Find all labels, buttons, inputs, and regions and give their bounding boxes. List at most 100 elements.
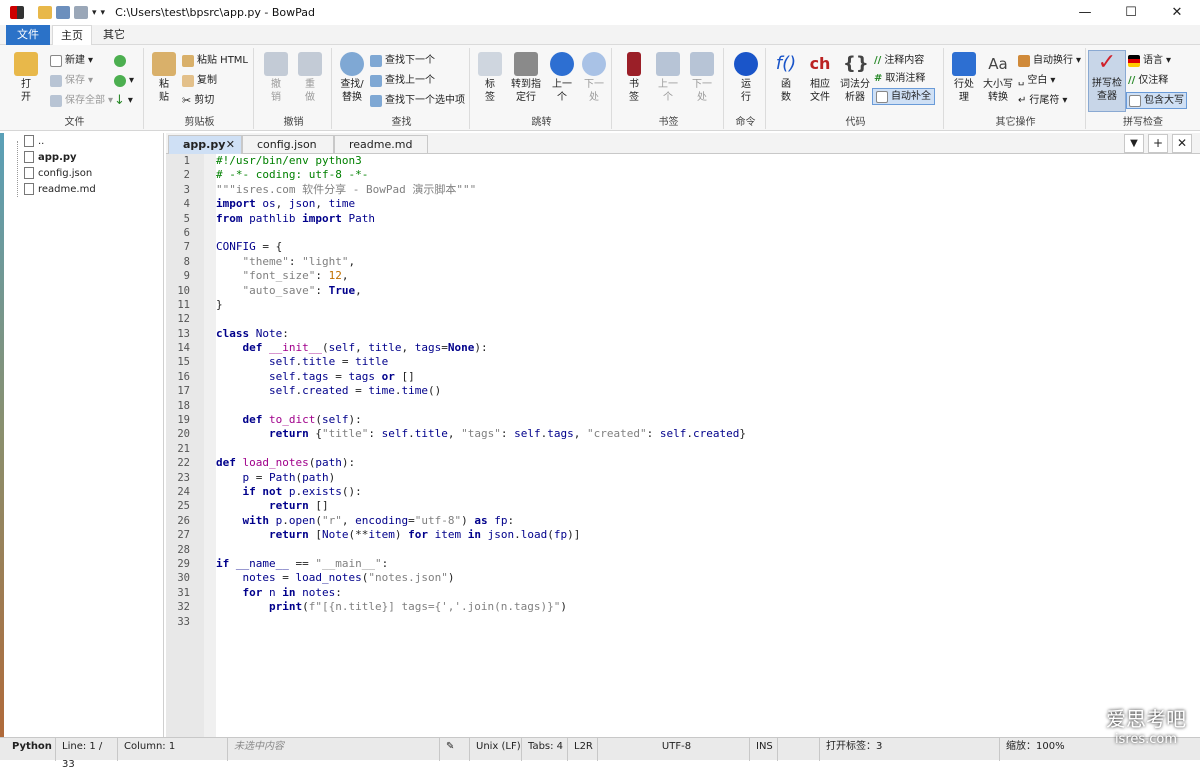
new-button[interactable]: 新建 ▾	[50, 52, 93, 69]
bookmark-button[interactable]: 书 签	[618, 52, 650, 104]
code-line[interactable]: 11}	[166, 298, 1196, 312]
close-tab-icon[interactable]: ✕	[226, 136, 235, 154]
code-line[interactable]: 13 class Note:	[166, 327, 1196, 341]
find-next-selected-button[interactable]: 查找下一个选中项	[370, 92, 465, 109]
code-line[interactable]: 22 def load_notes(path):	[166, 456, 1196, 470]
code-line[interactable]: 15 self.title = title	[166, 355, 1196, 369]
spell-checker-button[interactable]: ✓ 拼写检 查器	[1088, 50, 1126, 112]
open-button[interactable]: 打 开	[10, 52, 42, 104]
doc-tab-readme-md[interactable]: readme.md	[334, 135, 428, 154]
code-line[interactable]: 12	[166, 312, 1196, 326]
language-button[interactable]: 语言 ▾	[1128, 52, 1171, 69]
code-line[interactable]: 27 return [Note(**item) for item in json…	[166, 528, 1196, 542]
tree-item-parent[interactable]: ..	[24, 133, 44, 149]
code-line[interactable]: 26 with p.open("r", encoding="utf-8") as…	[166, 514, 1196, 528]
code-line[interactable]: 20 return {"title": self.title, "tags": …	[166, 427, 1196, 441]
goto-prev-button[interactable]: 上一 个	[546, 52, 578, 104]
lexer-button[interactable]: {} 词法分 析器	[838, 52, 872, 104]
code-line[interactable]: 31 for n in notes:	[166, 586, 1196, 600]
status-lexer[interactable]: Python	[6, 738, 56, 761]
save-all-button[interactable]: 保存全部 ▾	[50, 92, 113, 109]
tab-home[interactable]: 主页	[52, 25, 92, 46]
goto-next-button[interactable]: 下一 处	[578, 52, 610, 104]
code-line[interactable]: 21	[166, 442, 1196, 456]
goto-line-button[interactable]: 转到指 定行	[508, 52, 544, 104]
bookmark-prev-button[interactable]: 上一 个	[652, 52, 684, 104]
code-line[interactable]: 18	[166, 399, 1196, 413]
status-eol[interactable]: Unix (LF)	[470, 738, 522, 761]
qat-dropdown-icon[interactable]: ▾	[92, 8, 97, 18]
related-file-button[interactable]: ch 相应 文件	[804, 52, 836, 104]
comment-button[interactable]: // 注释内容	[874, 52, 924, 69]
code-line[interactable]: 32 print(f"[{n.title}] tags={','.join(n.…	[166, 600, 1196, 614]
case-convert-button[interactable]: Aa 大小写 转换	[980, 52, 1016, 104]
code-line[interactable]: 25 return []	[166, 499, 1196, 513]
code-line[interactable]: 10 "auto_save": True,	[166, 284, 1196, 298]
paste-html-button[interactable]: 粘贴 HTML	[182, 52, 248, 69]
close-button[interactable]: ✕	[1154, 0, 1200, 25]
redo-button[interactable]: 重 做	[294, 52, 326, 104]
comments-only-button[interactable]: // 仅注释	[1128, 72, 1168, 89]
tree-item-app-py[interactable]: app.py	[24, 149, 77, 165]
code-line[interactable]: 23 p = Path(path)	[166, 471, 1196, 485]
code-line[interactable]: 9 "font_size": 12,	[166, 269, 1196, 283]
minimize-button[interactable]: —	[1062, 0, 1108, 25]
find-replace-button[interactable]: 查找/ 替换	[336, 52, 368, 104]
function-button[interactable]: f() 函 数	[770, 52, 802, 104]
status-tabs[interactable]: Tabs: 4	[522, 738, 568, 761]
doc-tab-app-py[interactable]: app.py ✕	[168, 135, 242, 154]
code-line[interactable]: 28	[166, 543, 1196, 557]
code-line[interactable]: 3 """isres.com 软件分享 - BowPad 演示脚本"""	[166, 183, 1196, 197]
find-prev-button[interactable]: 查找上一个	[370, 72, 435, 89]
tab-list-dropdown-button[interactable]: ▼	[1124, 134, 1144, 153]
code-line[interactable]: 14 def __init__(self, title, tags=None):	[166, 341, 1196, 355]
whitespace-button[interactable]: ␣ 空白 ▾	[1018, 72, 1055, 89]
code-line[interactable]: 17 self.created = time.time()	[166, 384, 1196, 398]
tags-button[interactable]: 标 签	[474, 52, 506, 104]
bookmark-next-button[interactable]: 下一 处	[686, 52, 718, 104]
save-button[interactable]: 保存 ▾	[50, 72, 93, 89]
tree-item-readme-md[interactable]: readme.md	[24, 181, 96, 197]
new-tab-button[interactable]: +	[1148, 134, 1168, 153]
code-editor[interactable]: 1 #!/usr/bin/env python3 2 # -*- coding: ut…	[166, 154, 1196, 737]
reopen-button[interactable]: ▾	[114, 72, 134, 89]
find-next-button[interactable]: 查找下一个	[370, 52, 435, 69]
copy-button[interactable]: 复制	[182, 72, 217, 89]
tab-other[interactable]: 其它	[96, 25, 132, 45]
paste-button[interactable]: 粘 贴	[148, 52, 180, 104]
code-line[interactable]: 4 import os, json, time	[166, 197, 1196, 211]
code-line[interactable]: 2 # -*- coding: utf-8 -*-	[166, 168, 1196, 182]
autowrap-button[interactable]: 自动换行 ▾	[1018, 52, 1081, 69]
code-line[interactable]: 33	[166, 615, 1196, 629]
window-icon[interactable]	[74, 6, 88, 19]
status-encoding[interactable]: UTF-8	[598, 738, 750, 761]
close-doc-button[interactable]: ✕	[1172, 134, 1192, 153]
maximize-button[interactable]: ☐	[1108, 0, 1154, 25]
uncomment-button[interactable]: # 取消注释	[874, 70, 925, 87]
status-zoom[interactable]: 缩放：100%	[1000, 738, 1090, 761]
save-icon[interactable]	[56, 6, 70, 19]
doc-tab-config-json[interactable]: config.json	[242, 135, 334, 154]
code-line[interactable]: 29 if __name__ == "__main__":	[166, 557, 1196, 571]
line-end-button[interactable]: ↵ 行尾符 ▾	[1018, 92, 1067, 109]
code-line[interactable]: 5 from pathlib import Path	[166, 212, 1196, 226]
download-button[interactable]: ↓ ▾	[114, 92, 133, 109]
tree-item-config-json[interactable]: config.json	[24, 165, 92, 181]
undo-button[interactable]: 撤 销	[260, 52, 292, 104]
code-line[interactable]: 1 #!/usr/bin/env python3	[166, 154, 1196, 168]
line-ops-button[interactable]: 行处 理	[948, 52, 980, 104]
reload-button[interactable]	[114, 52, 126, 69]
code-line[interactable]: 6	[166, 226, 1196, 240]
run-button[interactable]: 运 行	[730, 52, 762, 104]
code-line[interactable]: 16 self.tags = tags or []	[166, 370, 1196, 384]
status-direction[interactable]: L2R	[568, 738, 598, 761]
cut-button[interactable]: ✂ 剪切	[182, 92, 214, 109]
code-line[interactable]: 24 if not p.exists():	[166, 485, 1196, 499]
tab-file[interactable]: 文件	[6, 25, 50, 45]
include-caps-toggle[interactable]: 包含大写	[1126, 92, 1187, 109]
autocomplete-toggle[interactable]: 自动补全	[872, 88, 935, 105]
code-line[interactable]: 30 notes = load_notes("notes.json")	[166, 571, 1196, 585]
qat-customize-icon[interactable]: ▾	[101, 8, 106, 18]
code-line[interactable]: 8 "theme": "light",	[166, 255, 1196, 269]
code-line[interactable]: 19 def to_dict(self):	[166, 413, 1196, 427]
